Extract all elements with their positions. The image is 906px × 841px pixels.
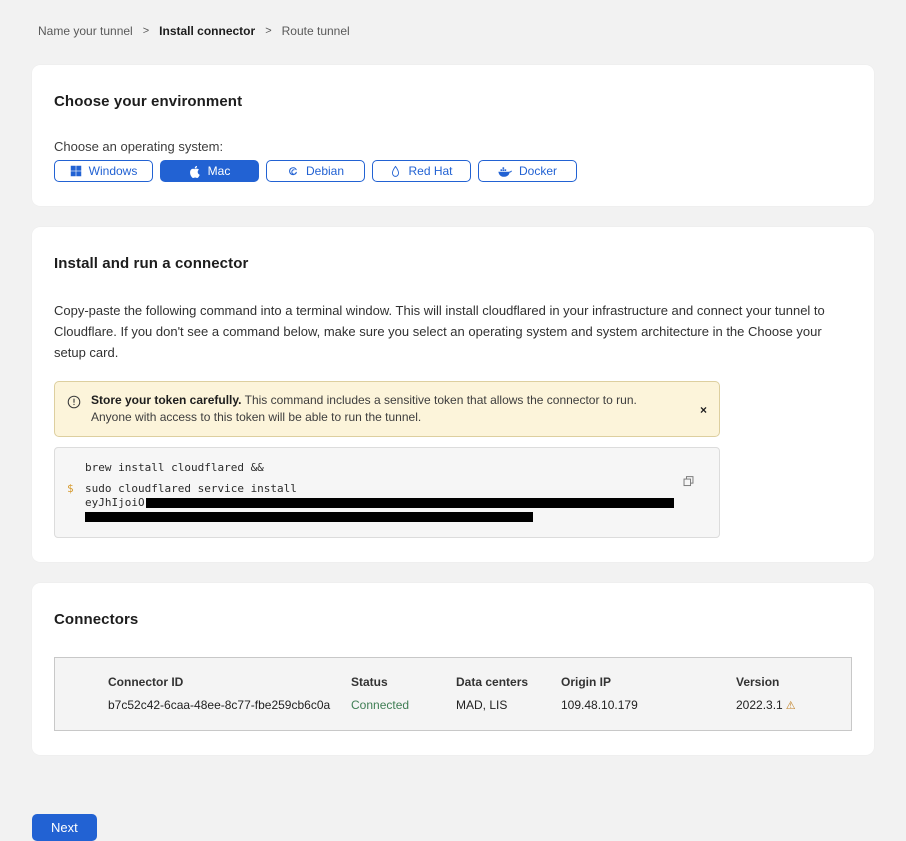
os-button-label: Debian: [306, 164, 344, 178]
connectors-table-header: Connector ID Status Data centers Origin …: [55, 658, 851, 689]
windows-icon: [70, 165, 82, 177]
alert-title: Store your token carefully.: [91, 393, 242, 407]
connectors-card: Connectors Connector ID Status Data cent…: [32, 583, 874, 755]
code-line-token-2: [85, 510, 674, 524]
column-header-origin-ip: Origin IP: [561, 675, 736, 689]
breadcrumb-install-connector[interactable]: Install connector: [159, 24, 255, 38]
cell-status: Connected: [351, 698, 456, 712]
cell-version: 2022.3.1⚠: [736, 698, 835, 712]
connectors-table: Connector ID Status Data centers Origin …: [54, 657, 852, 731]
os-button-label: Windows: [89, 164, 138, 178]
token-redaction-bar: [146, 498, 674, 508]
shell-prompt: $: [67, 482, 85, 524]
alert-close-button[interactable]: ×: [700, 404, 707, 416]
token-warning-alert: Store your token carefully. This command…: [54, 381, 720, 437]
install-card-title: Install and run a connector: [54, 255, 852, 272]
debian-swirl-icon: [287, 165, 299, 177]
os-button-mac[interactable]: Mac: [160, 160, 259, 182]
breadcrumb-name-your-tunnel[interactable]: Name your tunnel: [38, 24, 133, 38]
os-button-debian[interactable]: Debian: [266, 160, 365, 182]
copy-icon: [682, 476, 695, 491]
code-command-lines: sudo cloudflared service install eyJhIjo…: [85, 482, 674, 524]
column-header-connector-id: Connector ID: [108, 675, 351, 689]
code-line-brew: brew install cloudflared &&: [67, 461, 703, 475]
next-button[interactable]: Next: [32, 814, 97, 841]
os-button-redhat[interactable]: Red Hat: [372, 160, 471, 182]
os-button-docker[interactable]: Docker: [478, 160, 577, 182]
breadcrumb-route-tunnel[interactable]: Route tunnel: [282, 24, 350, 38]
os-button-label: Docker: [519, 164, 557, 178]
os-button-group: Windows Mac Debian R: [54, 160, 852, 182]
code-command-row: $ sudo cloudflared service install eyJhI…: [67, 482, 703, 524]
os-button-label: Red Hat: [408, 164, 452, 178]
environment-card-title: Choose your environment: [54, 93, 852, 110]
copy-command-button[interactable]: [682, 475, 695, 491]
install-command-code-block: brew install cloudflared && $ sudo cloud…: [54, 447, 720, 538]
code-line-token: eyJhIjoiO: [85, 496, 674, 510]
cell-origin-ip: 109.48.10.179: [561, 698, 736, 712]
alert-circle-icon: [67, 395, 81, 414]
version-value: 2022.3.1: [736, 698, 783, 712]
column-header-status: Status: [351, 675, 456, 689]
os-button-windows[interactable]: Windows: [54, 160, 153, 182]
breadcrumb-separator: >: [143, 25, 149, 37]
install-description: Copy-paste the following command into a …: [54, 300, 852, 363]
install-connector-card: Install and run a connector Copy-paste t…: [32, 227, 874, 562]
version-warning-icon: ⚠: [786, 700, 796, 712]
environment-card: Choose your environment Choose an operat…: [32, 65, 874, 206]
os-select-label: Choose an operating system:: [54, 139, 852, 154]
docker-whale-icon: [498, 166, 512, 177]
cell-connector-id: b7c52c42-6caa-48ee-8c77-fbe259cb6c0a: [108, 698, 351, 712]
cell-data-centers: MAD, LIS: [456, 698, 561, 712]
connectors-card-title: Connectors: [54, 611, 852, 628]
redhat-icon: [390, 165, 401, 178]
breadcrumb: Name your tunnel > Install connector > R…: [0, 0, 906, 38]
breadcrumb-separator: >: [265, 25, 271, 37]
table-row: b7c52c42-6caa-48ee-8c77-fbe259cb6c0a Con…: [55, 689, 851, 730]
alert-message: Store your token carefully. This command…: [91, 392, 690, 426]
token-redaction-bar: [85, 512, 533, 522]
column-header-version: Version: [736, 675, 835, 689]
apple-icon: [189, 165, 201, 178]
os-button-label: Mac: [208, 164, 231, 178]
column-header-data-centers: Data centers: [456, 675, 561, 689]
code-line-sudo: sudo cloudflared service install: [85, 482, 674, 496]
token-prefix: eyJhIjoiO: [85, 496, 145, 509]
